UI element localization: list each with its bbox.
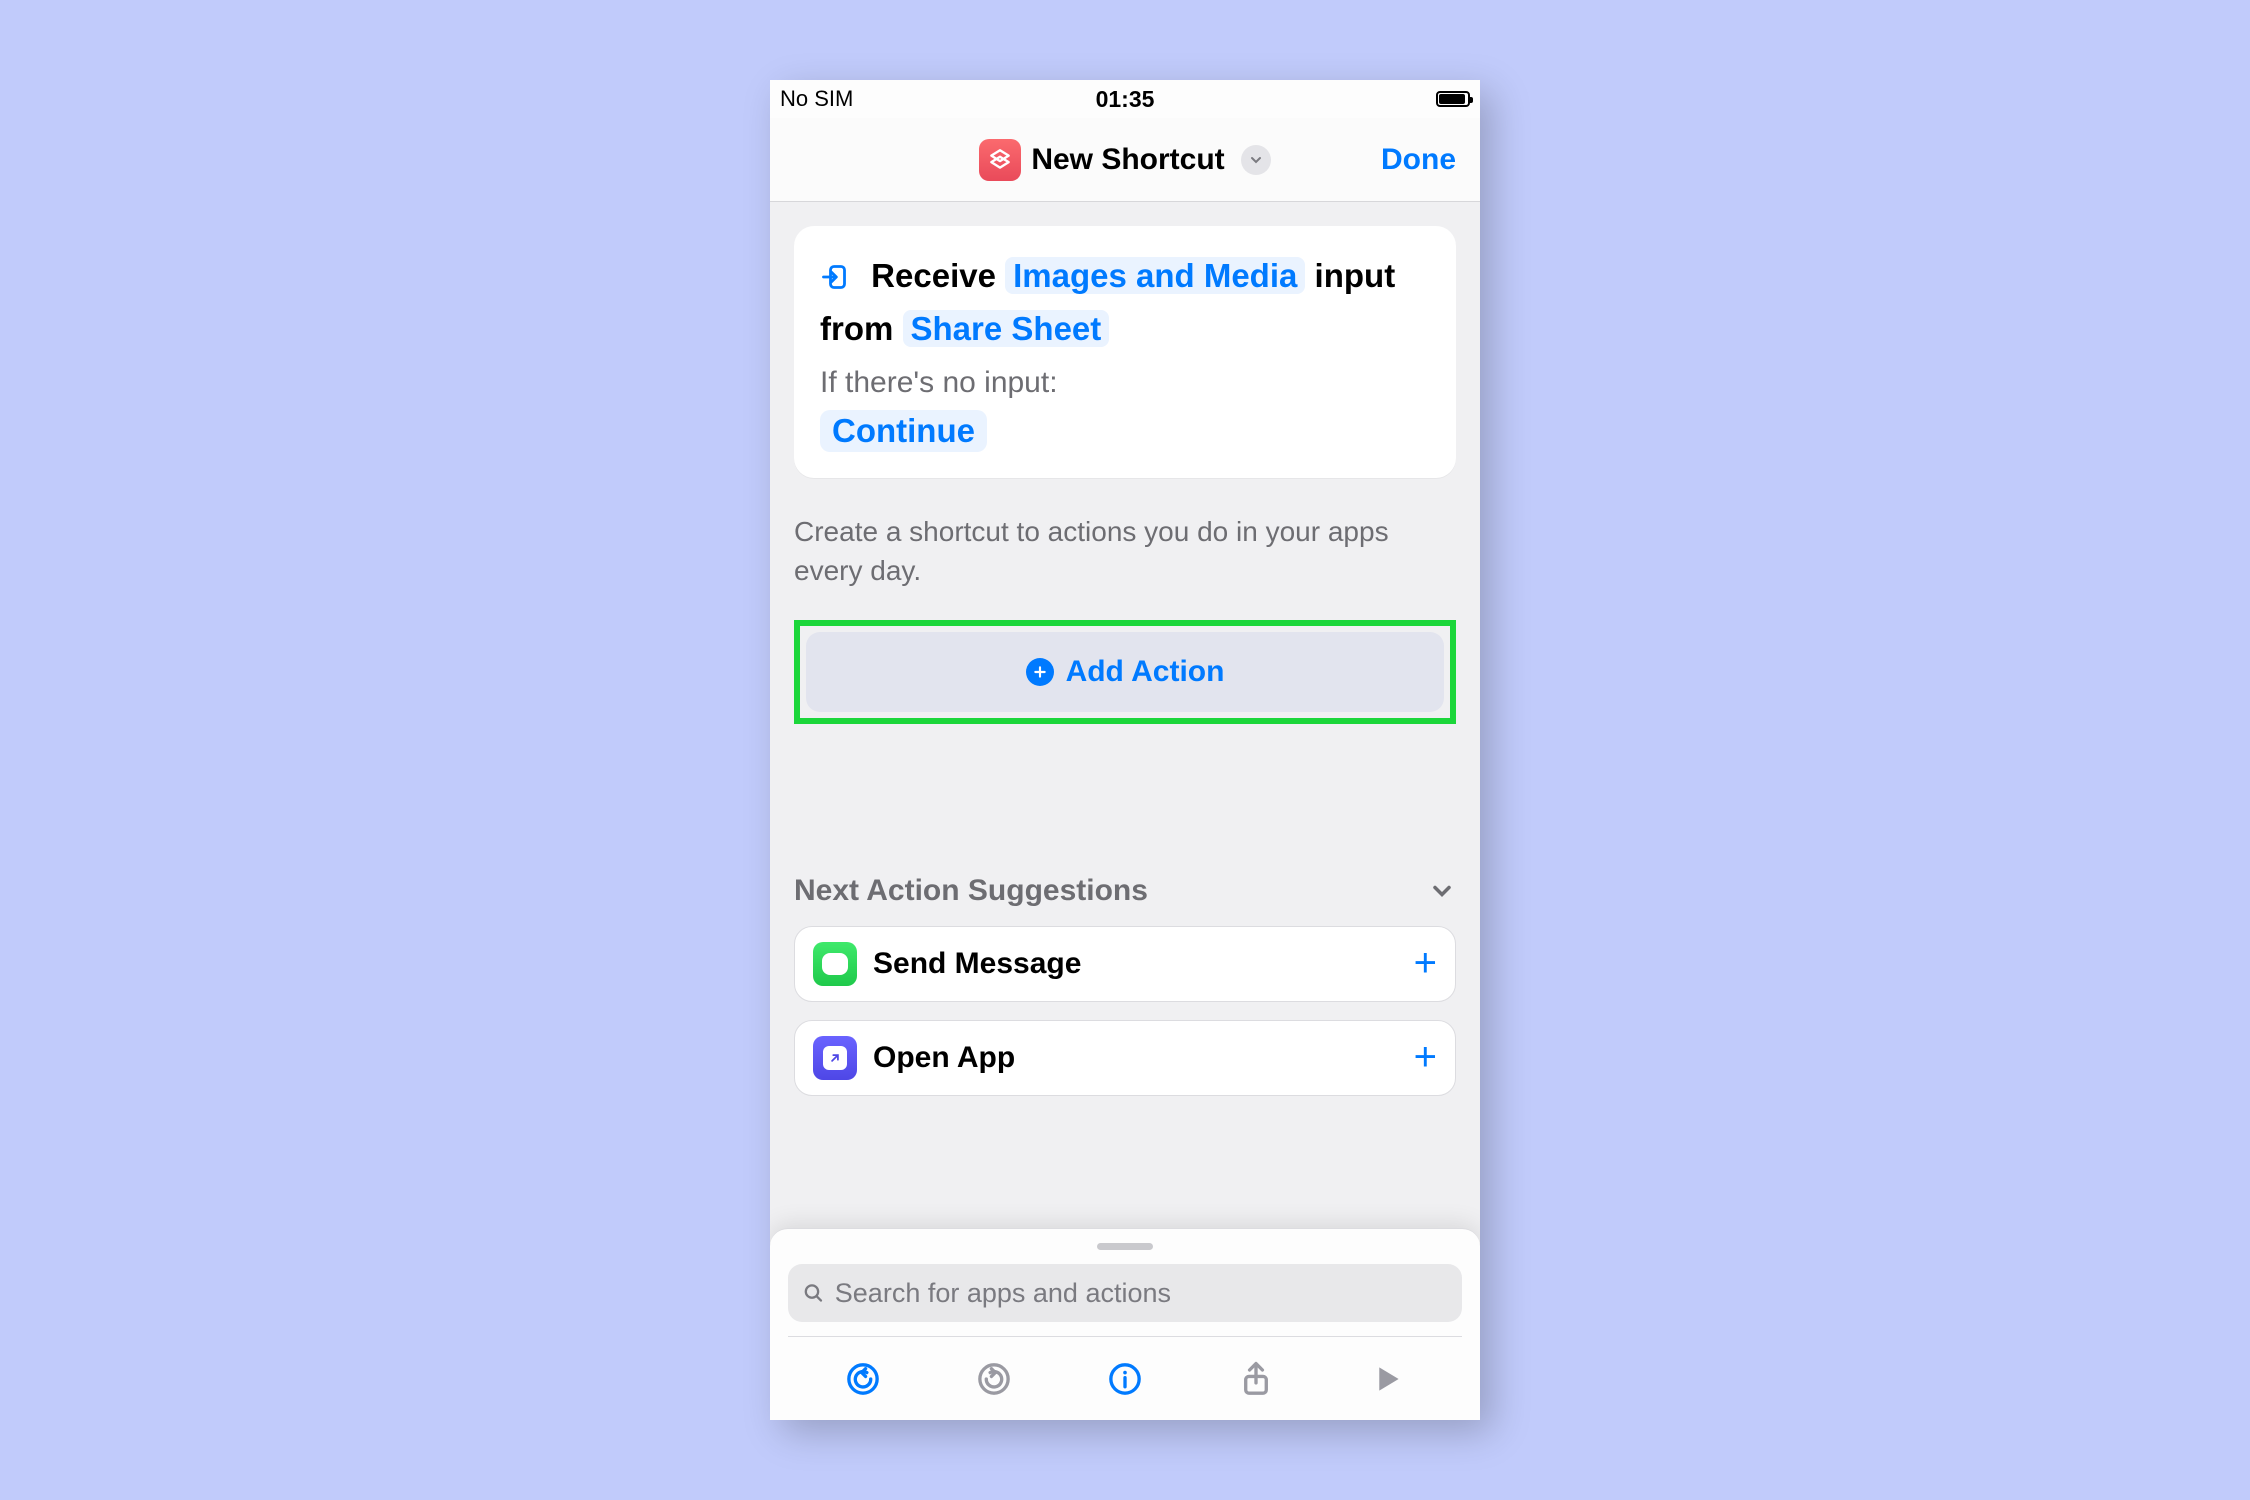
plus-circle-icon <box>1026 658 1054 686</box>
fallback-action-token[interactable]: Continue <box>820 410 987 452</box>
info-icon <box>1107 1361 1143 1397</box>
undo-button[interactable] <box>833 1349 893 1409</box>
open-app-icon <box>813 1036 857 1080</box>
add-action-label: Add Action <box>1066 655 1225 689</box>
chevron-down-icon <box>1248 152 1264 168</box>
input-arrow-icon <box>820 254 848 282</box>
no-input-label: If there's no input: <box>820 366 1430 400</box>
suggestion-send-message[interactable]: Send Message + <box>794 926 1456 1002</box>
title-group[interactable]: New Shortcut <box>979 139 1270 181</box>
shortcuts-app-icon <box>979 139 1021 181</box>
share-button[interactable] <box>1226 1349 1286 1409</box>
suggestion-open-app[interactable]: Open App + <box>794 1020 1456 1096</box>
info-button[interactable] <box>1095 1349 1155 1409</box>
tutorial-highlight: Add Action <box>794 620 1456 724</box>
redo-button[interactable] <box>964 1349 1024 1409</box>
search-icon <box>802 1281 825 1305</box>
suggestion-label: Send Message <box>873 947 1398 981</box>
chevron-down-icon <box>1428 877 1456 905</box>
clock-label: 01:35 <box>770 86 1480 113</box>
suggestions-title: Next Action Suggestions <box>794 874 1148 908</box>
device-frame: No SIM 01:35 New Shortcut Done <box>770 80 1480 1420</box>
add-suggestion-icon[interactable]: + <box>1414 941 1437 986</box>
redo-icon <box>976 1361 1012 1397</box>
done-button[interactable]: Done <box>1381 118 1456 201</box>
sheet-grabber[interactable] <box>1097 1243 1153 1250</box>
navigation-bar: New Shortcut Done <box>770 118 1480 202</box>
search-field[interactable] <box>788 1264 1462 1322</box>
status-bar: No SIM 01:35 <box>770 80 1480 118</box>
editor-hint-text: Create a shortcut to actions you do in y… <box>794 512 1456 590</box>
suggestion-label: Open App <box>873 1041 1398 1075</box>
title-menu-chevron[interactable] <box>1241 145 1271 175</box>
receive-input-card: Receive Images and Media input from Shar… <box>794 226 1456 478</box>
messages-app-icon <box>813 942 857 986</box>
run-button[interactable] <box>1357 1349 1417 1409</box>
input-types-token[interactable]: Images and Media <box>1005 257 1305 294</box>
page-title: New Shortcut <box>1031 143 1224 177</box>
share-icon <box>1238 1361 1274 1397</box>
add-suggestion-icon[interactable]: + <box>1414 1035 1437 1080</box>
receive-label: Receive <box>871 257 996 294</box>
input-source-token[interactable]: Share Sheet <box>903 310 1110 347</box>
bottom-sheet[interactable] <box>770 1228 1480 1420</box>
add-action-button[interactable]: Add Action <box>806 632 1444 712</box>
battery-icon <box>1436 91 1470 107</box>
search-input[interactable] <box>835 1278 1448 1309</box>
play-icon <box>1369 1361 1405 1397</box>
editor-toolbar <box>788 1336 1462 1420</box>
undo-icon <box>845 1361 881 1397</box>
suggestions-header[interactable]: Next Action Suggestions <box>794 874 1456 908</box>
